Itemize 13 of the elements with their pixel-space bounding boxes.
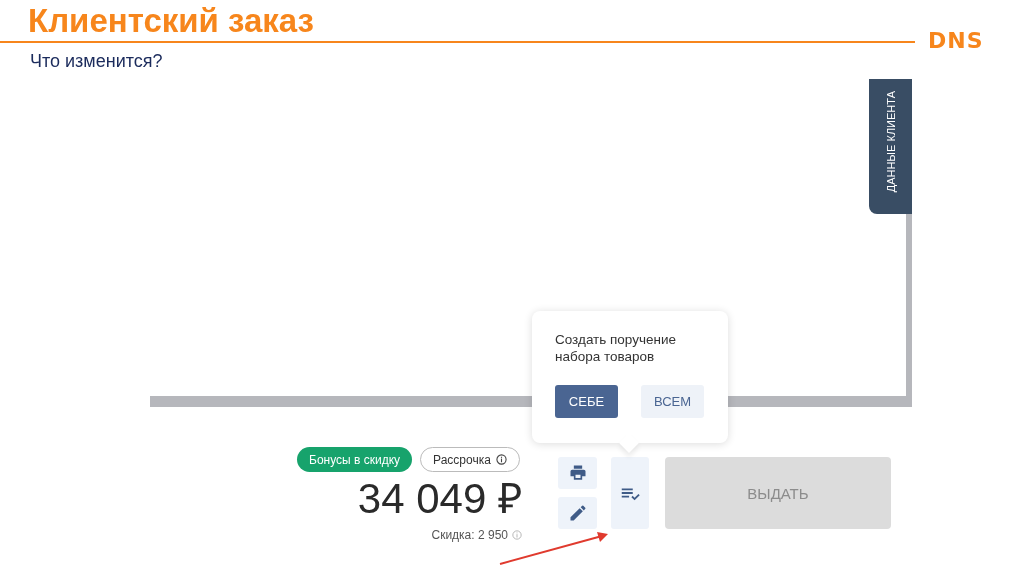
slide-title: Клиентский заказ — [28, 2, 314, 40]
print-button[interactable] — [558, 457, 597, 489]
popover-button[interactable]: ВСЕМ — [641, 385, 704, 418]
discount-text: Скидка: 2 950 — [431, 528, 508, 542]
chip[interactable]: Рассрочка — [420, 447, 520, 472]
side-tab[interactable]: ДАННЫЕ КЛИЕНТА — [869, 79, 912, 214]
logo: DNS — [928, 29, 984, 53]
popover-button[interactable]: СЕБЕ — [555, 385, 618, 418]
total-price: 34 049 ₽ — [357, 476, 522, 522]
edit-button[interactable] — [558, 497, 597, 529]
slide-subtitle: Что изменится? — [29, 51, 163, 71]
popover-text: Создать поручение набора товаров — [555, 331, 678, 365]
chip[interactable]: Бонусы в скидку — [297, 447, 413, 472]
